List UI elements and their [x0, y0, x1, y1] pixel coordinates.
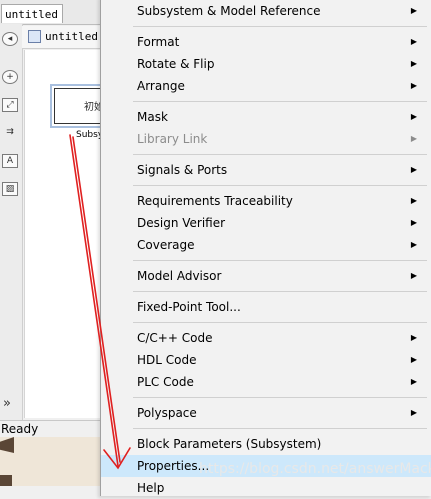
submenu-arrow-icon: ▶ — [410, 377, 418, 386]
submenu-arrow-icon: ▶ — [410, 6, 418, 15]
menu-item-label: Block Parameters (Subsystem) — [137, 437, 322, 451]
menu-item-arrange[interactable]: Arrange ▶ — [101, 75, 431, 97]
menu-item-rotate-flip[interactable]: Rotate & Flip ▶ — [101, 53, 431, 75]
status-text: Ready — [1, 422, 39, 436]
submenu-arrow-icon: ▶ — [410, 355, 418, 364]
menu-item-label: Coverage — [137, 238, 195, 252]
menu-item-label: Signals & Ports — [137, 163, 228, 177]
back-icon[interactable]: ◂ — [2, 32, 18, 46]
background-webpage — [0, 437, 110, 486]
menu-item-format[interactable]: Format ▶ — [101, 31, 431, 53]
context-menu: Subsystem & Model Reference ▶ Format ▶ R… — [100, 0, 431, 496]
menu-item-label: Design Verifier — [137, 216, 226, 230]
menu-separator — [133, 260, 427, 261]
submenu-arrow-icon: ▶ — [410, 333, 418, 342]
menu-item-label: HDL Code — [137, 353, 197, 367]
submenu-arrow-icon: ▶ — [410, 240, 418, 249]
menu-item-label: Library Link — [137, 132, 208, 146]
submenu-arrow-icon: ▶ — [410, 408, 418, 417]
submenu-arrow-icon: ▶ — [410, 81, 418, 90]
menu-item-label: Requirements Traceability — [137, 194, 293, 208]
model-icon — [28, 30, 41, 43]
expand-icon[interactable]: » — [3, 396, 11, 411]
menu-item-label: Polyspace — [137, 406, 197, 420]
menu-item-cpp-code[interactable]: C/C++ Code ▶ — [101, 327, 431, 349]
webpage-glyph-fragment — [0, 475, 12, 486]
menu-item-label: Format — [137, 35, 180, 49]
menu-item-fixed-point-tool[interactable]: Fixed-Point Tool... — [101, 296, 431, 318]
image-icon[interactable]: ▨ — [2, 182, 18, 196]
menu-item-subsystem-model-reference[interactable]: Subsystem & Model Reference ▶ — [101, 0, 431, 22]
menu-item-label: PLC Code — [137, 375, 194, 389]
fit-view-icon[interactable]: ⤢ — [2, 98, 18, 112]
menu-item-label: Help — [137, 481, 165, 495]
annotation-icon[interactable]: A — [2, 154, 18, 168]
menu-separator — [133, 101, 427, 102]
tab-bar: untitled — [0, 0, 110, 25]
menu-item-library-link: Library Link ▶ — [101, 128, 431, 150]
menu-separator — [133, 291, 427, 292]
menu-item-polyspace[interactable]: Polyspace ▶ — [101, 402, 431, 424]
menu-item-label: Subsystem & Model Reference — [137, 4, 321, 18]
zoom-in-icon[interactable]: + — [2, 70, 18, 84]
menu-item-plc-code[interactable]: PLC Code ▶ — [101, 371, 431, 393]
submenu-arrow-icon: ▶ — [410, 112, 418, 121]
menu-separator — [133, 154, 427, 155]
menu-item-design-verifier[interactable]: Design Verifier ▶ — [101, 212, 431, 234]
menu-item-requirements-traceability[interactable]: Requirements Traceability ▶ — [101, 190, 431, 212]
menu-separator — [133, 397, 427, 398]
submenu-arrow-icon: ▶ — [410, 165, 418, 174]
palette-toolstrip: ◂ + ⤢ ⇉ A ▨ — [0, 24, 23, 420]
menu-item-label: Mask — [137, 110, 168, 124]
webpage-glyph-fragment — [0, 437, 14, 453]
menu-item-label: Arrange — [137, 79, 185, 93]
menu-separator — [133, 185, 427, 186]
submenu-arrow-icon: ▶ — [410, 271, 418, 280]
menu-item-label: Model Advisor — [137, 269, 222, 283]
menu-item-help[interactable]: Help — [101, 477, 431, 499]
status-bar: Ready — [0, 420, 110, 437]
menu-item-properties[interactable]: Properties... https://blog.csdn.net/answ… — [101, 455, 431, 477]
submenu-arrow-icon: ▶ — [410, 37, 418, 46]
submenu-arrow-icon: ▶ — [410, 59, 418, 68]
menu-item-hdl-code[interactable]: HDL Code ▶ — [101, 349, 431, 371]
menu-item-label: C/C++ Code — [137, 331, 213, 345]
menu-separator — [133, 428, 427, 429]
tab-untitled[interactable]: untitled — [1, 4, 63, 23]
menu-item-label: Fixed-Point Tool... — [137, 300, 241, 314]
menu-item-signals-ports[interactable]: Signals & Ports ▶ — [101, 159, 431, 181]
menu-item-coverage[interactable]: Coverage ▶ — [101, 234, 431, 256]
menu-item-label: Rotate & Flip — [137, 57, 215, 71]
submenu-arrow-icon: ▶ — [410, 218, 418, 227]
menu-separator — [133, 322, 427, 323]
submenu-arrow-icon: ▶ — [410, 134, 418, 143]
menu-item-mask[interactable]: Mask ▶ — [101, 106, 431, 128]
address-bar: untitled ▶ — [22, 26, 111, 49]
watermark-text: https://blog.csdn.net/answerMack — [199, 461, 431, 477]
menu-item-block-parameters[interactable]: Block Parameters (Subsystem) — [101, 433, 431, 455]
menu-item-model-advisor[interactable]: Model Advisor ▶ — [101, 265, 431, 287]
menu-separator — [133, 26, 427, 27]
arrow-icon[interactable]: ⇉ — [2, 126, 18, 140]
submenu-arrow-icon: ▶ — [410, 196, 418, 205]
